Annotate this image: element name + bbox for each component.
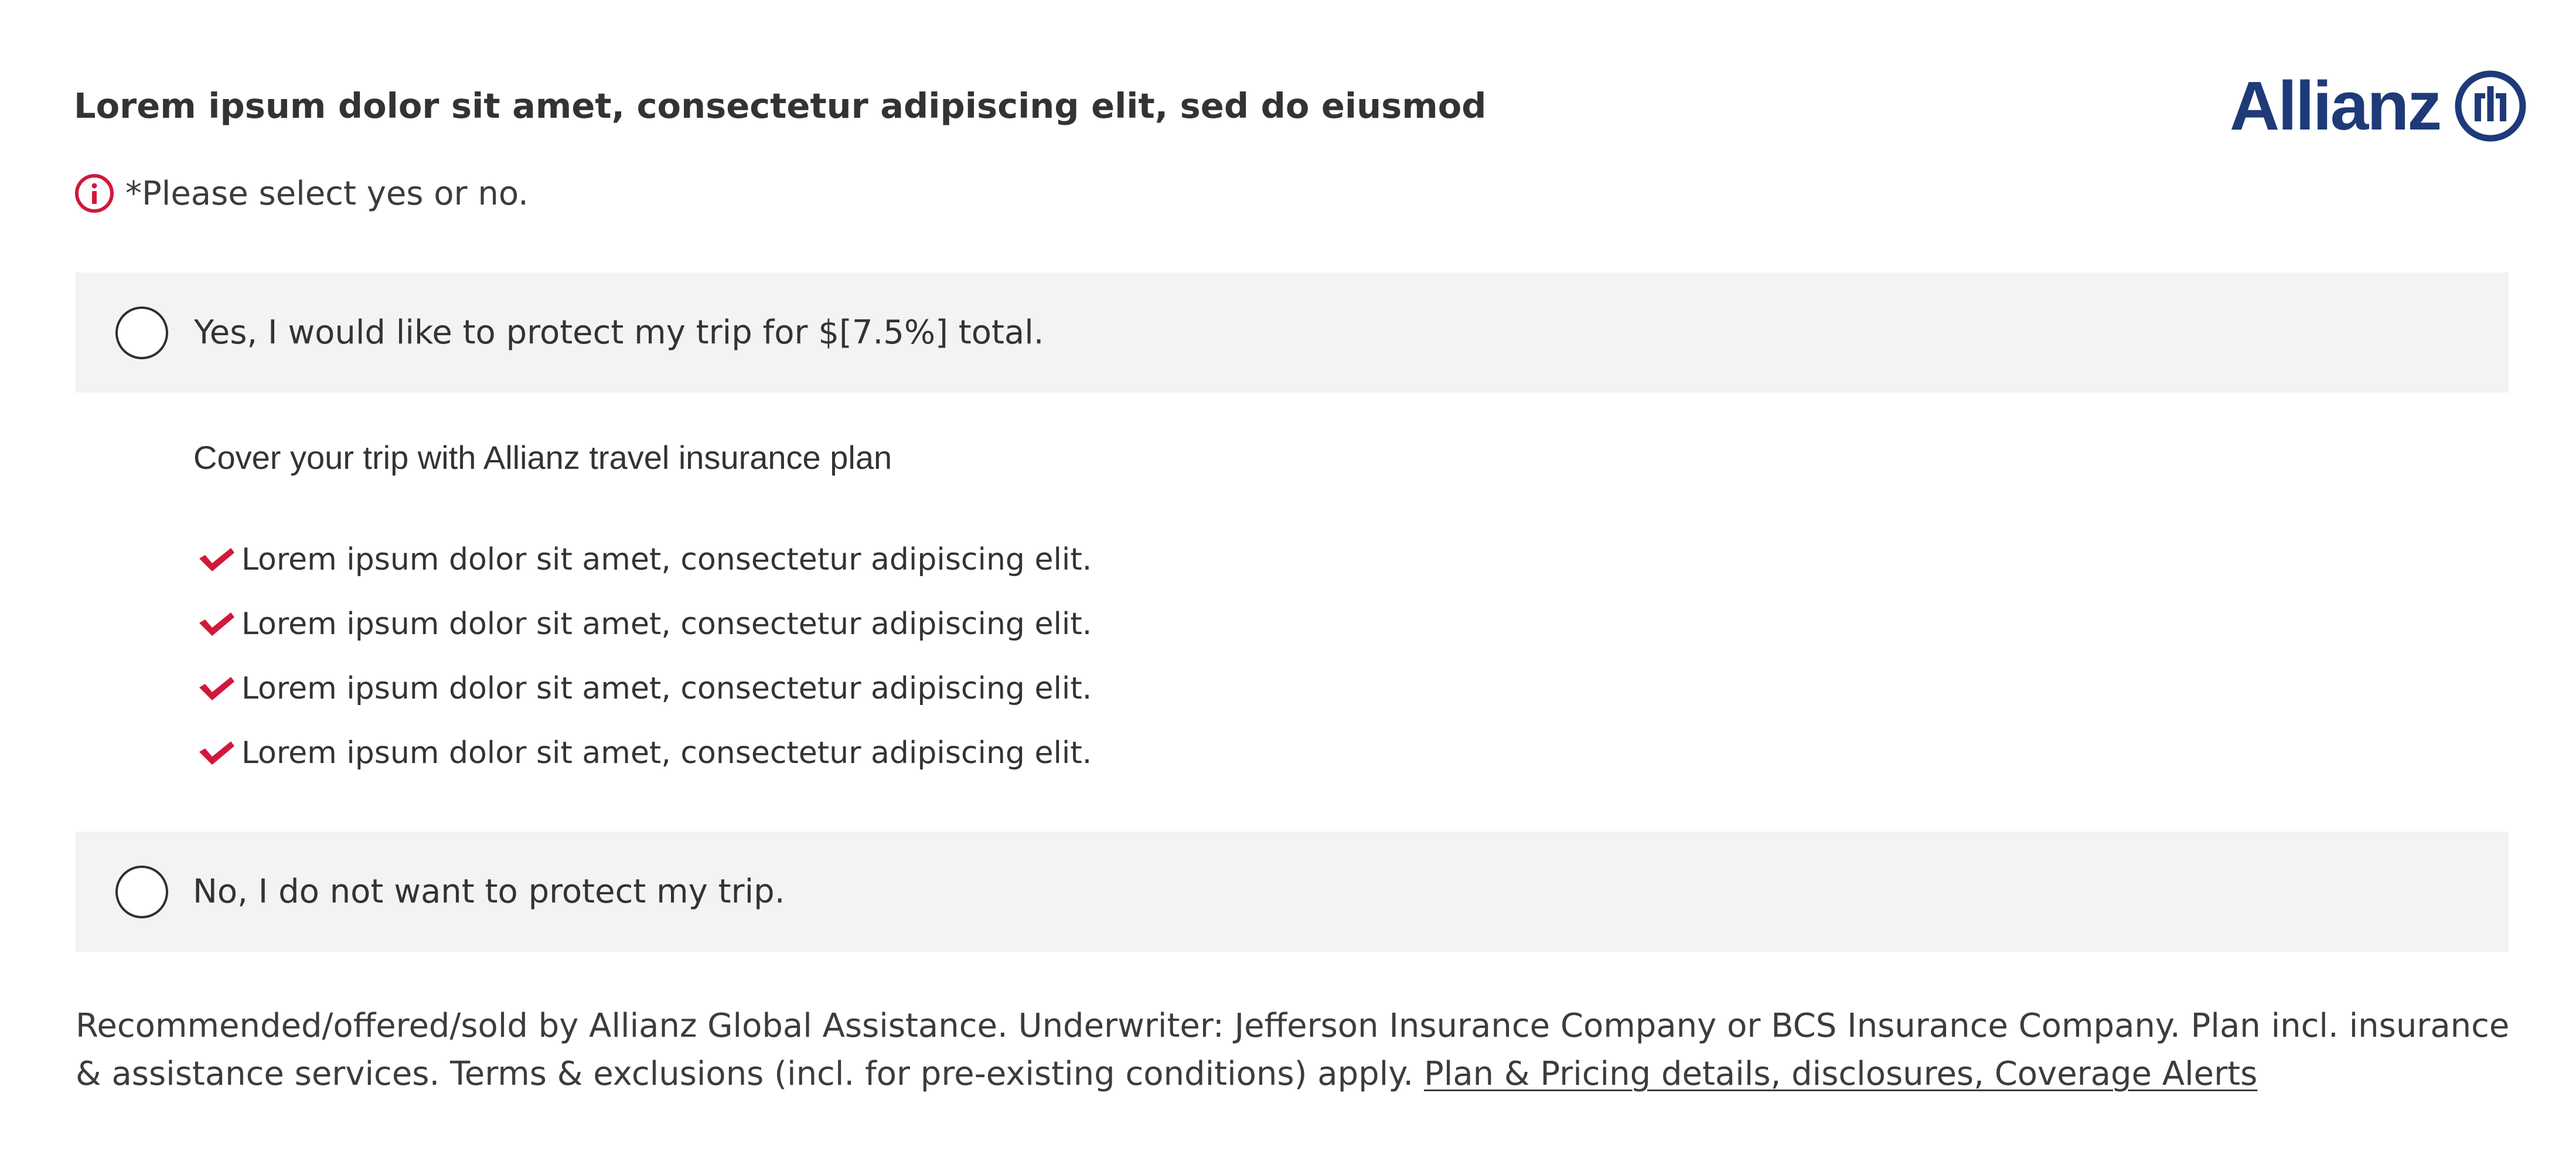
checkmark-icon	[199, 741, 234, 765]
checkmark-icon	[199, 612, 234, 636]
checkmark-icon	[199, 548, 234, 571]
list-item: Lorem ipsum dolor sit amet, consectetur …	[197, 721, 1092, 785]
info-icon	[75, 174, 114, 213]
option-yes-label[interactable]: Yes, I would like to protect my trip for…	[194, 314, 1044, 352]
plan-details-link[interactable]: Plan & Pricing details, disclosures, Cov…	[1424, 1055, 2257, 1093]
benefit-text: Lorem ipsum dolor sit amet, consectetur …	[241, 607, 1092, 642]
option-yes[interactable]: Yes, I would like to protect my trip for…	[76, 273, 2509, 393]
list-item: Lorem ipsum dolor sit amet, consectetur …	[197, 527, 1092, 592]
no-radio-button[interactable]	[115, 865, 168, 918]
option-no-label[interactable]: No, I do not want to protect my trip.	[193, 873, 785, 911]
logo-wordmark: Allianz	[2230, 67, 2442, 145]
allianz-emblem-icon	[2455, 70, 2526, 142]
checkmark-icon	[199, 677, 234, 700]
insurance-offer-widget: Lorem ipsum dolor sit amet, consectetur …	[0, 0, 2576, 1151]
list-item: Lorem ipsum dolor sit amet, consectetur …	[197, 656, 1092, 721]
page-title: Lorem ipsum dolor sit amet, consectetur …	[74, 86, 1487, 126]
benefit-text: Lorem ipsum dolor sit amet, consectetur …	[241, 735, 1092, 771]
yes-radio-button[interactable]	[115, 306, 168, 359]
coverage-title: Cover your trip with Allianz travel insu…	[193, 439, 892, 476]
list-item: Lorem ipsum dolor sit amet, consectetur …	[197, 592, 1092, 656]
validation-notice: *Please select yes or no.	[74, 172, 529, 214]
disclaimer: Recommended/offered/sold by Allianz Glob…	[76, 1002, 2513, 1098]
notice-text: *Please select yes or no.	[125, 174, 529, 213]
allianz-logo: Allianz	[2230, 69, 2527, 143]
benefit-text: Lorem ipsum dolor sit amet, consectetur …	[241, 542, 1092, 577]
benefit-text: Lorem ipsum dolor sit amet, consectetur …	[241, 671, 1092, 706]
option-no[interactable]: No, I do not want to protect my trip.	[76, 832, 2509, 952]
benefits-list: Lorem ipsum dolor sit amet, consectetur …	[197, 527, 1092, 785]
